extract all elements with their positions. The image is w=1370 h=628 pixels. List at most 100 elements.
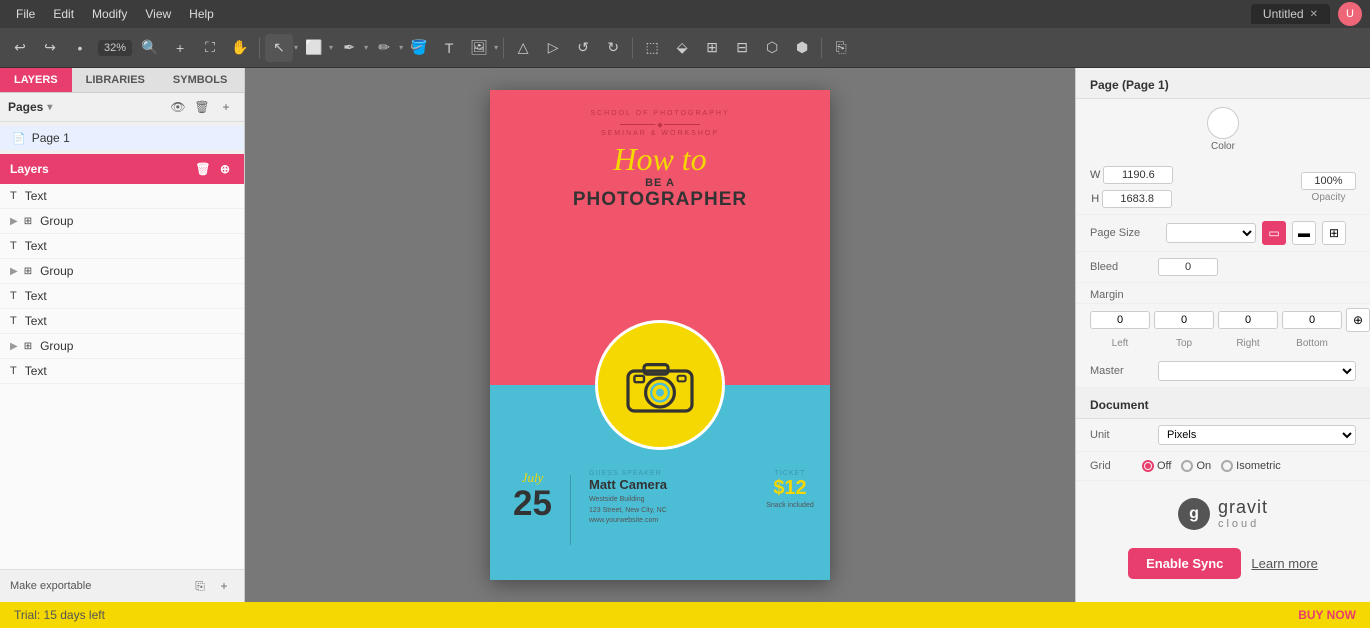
text-tool-group[interactable]: T: [435, 34, 463, 62]
frame-button[interactable]: ⬢: [788, 34, 816, 62]
page-item[interactable]: 📄 Page 1: [0, 126, 244, 150]
align2-button[interactable]: ⊟: [728, 34, 756, 62]
layer-item[interactable]: T Text: [0, 184, 244, 209]
export-button[interactable]: ⎘: [827, 34, 855, 62]
buy-now-button[interactable]: BUY NOW: [1298, 608, 1356, 622]
menu-help[interactable]: Help: [181, 5, 222, 23]
grid-on-radio[interactable]: On: [1181, 460, 1211, 472]
grid-icon[interactable]: ⊞: [1322, 221, 1346, 245]
align1-button[interactable]: ⊞: [698, 34, 726, 62]
layer-item[interactable]: T Text: [0, 359, 244, 384]
menu-file[interactable]: File: [8, 5, 43, 23]
dot-button[interactable]: •: [66, 34, 94, 62]
pages-label[interactable]: Pages ▾: [8, 100, 52, 114]
plus-button[interactable]: +: [166, 34, 194, 62]
layer-item[interactable]: T Text: [0, 234, 244, 259]
poster-top: SCHOOL OF PHOTOGRAPHY SEMINAR & WORKSHOP…: [490, 90, 830, 385]
expand-button[interactable]: ⛶: [196, 34, 224, 62]
document-tab[interactable]: Untitled ✕: [1251, 4, 1330, 24]
bleed-input[interactable]: [1158, 258, 1218, 276]
width-w-label: W: [1090, 169, 1100, 181]
pen-button[interactable]: ✒: [335, 34, 363, 62]
page-delete-icon[interactable]: 🗑: [192, 97, 212, 117]
redo2-button[interactable]: ↻: [599, 34, 627, 62]
margin-bottom-input[interactable]: [1282, 311, 1342, 329]
canvas-area[interactable]: SCHOOL OF PHOTOGRAPHY SEMINAR & WORKSHOP…: [245, 68, 1075, 602]
layer-item[interactable]: T Text: [0, 284, 244, 309]
pages-section: Pages ▾ 👁 🗑 +: [0, 93, 244, 122]
margin-left-input[interactable]: [1090, 311, 1150, 329]
grid-off-radio[interactable]: Off: [1142, 460, 1171, 472]
menu-view[interactable]: View: [137, 5, 179, 23]
undo-button[interactable]: ↩: [6, 34, 34, 62]
shape-button[interactable]: ⬜: [300, 34, 328, 62]
tab-symbols[interactable]: SYMBOLS: [159, 68, 241, 92]
width-input[interactable]: [1103, 166, 1173, 184]
select-button[interactable]: ↖: [265, 34, 293, 62]
margin-link-icon[interactable]: ⊕: [1346, 308, 1370, 332]
mask-button[interactable]: ⬡: [758, 34, 786, 62]
transform2-button[interactable]: ▷: [539, 34, 567, 62]
export-add-icon[interactable]: +: [214, 576, 234, 596]
height-input[interactable]: [1102, 190, 1172, 208]
layer-item[interactable]: ▶ ⊞ Group: [0, 209, 244, 234]
margin-top-input[interactable]: [1154, 311, 1214, 329]
expand-icon[interactable]: ▶: [10, 216, 18, 227]
menu-edit[interactable]: Edit: [45, 5, 82, 23]
expand-icon[interactable]: ▶: [10, 341, 18, 352]
image-button[interactable]: 🖼: [465, 34, 493, 62]
gravit-name: gravit: [1218, 497, 1268, 518]
transform1-button[interactable]: △: [509, 34, 537, 62]
group1-button[interactable]: ⬚: [638, 34, 666, 62]
text-type-icon: T: [10, 190, 17, 202]
page-file-icon: 📄: [12, 132, 26, 145]
learn-more-link[interactable]: Learn more: [1251, 556, 1317, 571]
tab-layers[interactable]: LAYERS: [0, 68, 72, 92]
tab-close-icon[interactable]: ✕: [1310, 9, 1318, 20]
portrait-icon[interactable]: ▭: [1262, 221, 1286, 245]
margin-right-input[interactable]: [1218, 311, 1278, 329]
opacity-input[interactable]: [1301, 172, 1356, 190]
text-type-icon: T: [10, 240, 17, 252]
pen-tool-group[interactable]: ✒ ▾: [335, 34, 368, 62]
master-row: Master: [1076, 355, 1370, 388]
page-size-select[interactable]: [1166, 223, 1256, 243]
fill-button[interactable]: 🪣: [405, 34, 433, 62]
layers-title: Layers: [10, 162, 49, 176]
unit-select[interactable]: Pixels: [1158, 425, 1356, 445]
date-divider: [570, 475, 571, 545]
pages-dropdown-icon[interactable]: ▾: [47, 102, 52, 113]
select-tool-group[interactable]: ↖ ▾: [265, 34, 298, 62]
grid-isometric-radio[interactable]: Isometric: [1221, 460, 1281, 472]
add-layer-icon[interactable]: ⊕: [216, 160, 234, 178]
menu-modify[interactable]: Modify: [84, 5, 135, 23]
text-button[interactable]: T: [435, 34, 463, 62]
layer-item[interactable]: T Text: [0, 309, 244, 334]
enable-sync-button[interactable]: Enable Sync: [1128, 548, 1241, 579]
layer-item[interactable]: ▶ ⊞ Group: [0, 259, 244, 284]
layer-item[interactable]: ▶ ⊞ Group: [0, 334, 244, 359]
image-tool-group[interactable]: 🖼 ▾: [465, 34, 498, 62]
page-add-icon[interactable]: +: [216, 97, 236, 117]
pencil-tool-group[interactable]: ✏ ▾: [370, 34, 403, 62]
tab-libraries[interactable]: LIBRARIES: [72, 68, 159, 92]
shape-tool-group[interactable]: ⬜ ▾: [300, 34, 333, 62]
landscape-icon[interactable]: ▬: [1292, 221, 1316, 245]
be-a-text: BE A: [645, 177, 675, 189]
page-visibility-icon[interactable]: 👁: [168, 97, 188, 117]
pencil-button[interactable]: ✏: [370, 34, 398, 62]
redo-button[interactable]: ↪: [36, 34, 64, 62]
pan-button[interactable]: ✋: [226, 34, 254, 62]
zoom-in-button[interactable]: 🔍: [136, 34, 164, 62]
delete-layer-icon[interactable]: 🗑: [194, 160, 212, 178]
color-swatch[interactable]: [1207, 107, 1239, 139]
user-avatar[interactable]: U: [1338, 2, 1362, 26]
layer-name: Group: [40, 264, 73, 278]
margin-right-label: Right: [1218, 338, 1278, 349]
radio-isometric-circle: [1221, 460, 1233, 472]
export-options-icon[interactable]: ⎘: [190, 576, 210, 596]
group2-button[interactable]: ⬙: [668, 34, 696, 62]
expand-icon[interactable]: ▶: [10, 266, 18, 277]
master-select[interactable]: [1158, 361, 1356, 381]
undo2-button[interactable]: ↺: [569, 34, 597, 62]
